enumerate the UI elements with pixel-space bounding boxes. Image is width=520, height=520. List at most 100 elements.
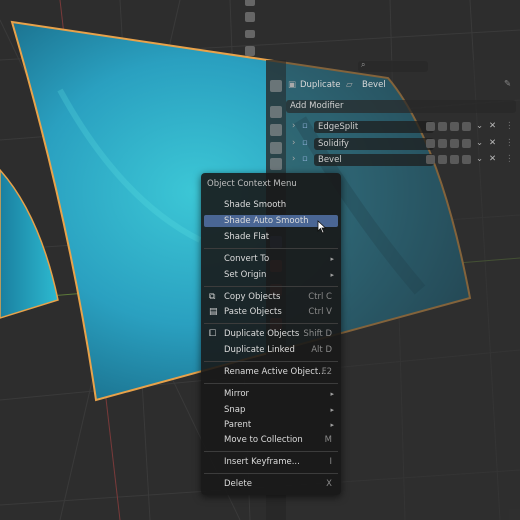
menu-item-label: Shade Smooth [224, 200, 287, 210]
menu-item-shortcut: X [326, 479, 332, 489]
menu-item-insert-keyframe[interactable]: Insert Keyframe... I [204, 456, 338, 468]
drag-grip-icon[interactable]: ⋮ [505, 121, 514, 131]
menu-item-label: Delete [224, 479, 252, 489]
menu-item-shortcut: Ctrl V [308, 307, 332, 317]
bevel-icon: ▫ [302, 154, 308, 164]
scene-tab-icon[interactable] [270, 158, 282, 170]
viewport-icon[interactable] [438, 155, 447, 164]
menu-item-duplicate-objects[interactable]: ⧠ Duplicate Objects Shift D [204, 328, 338, 340]
remove-modifier-icon[interactable]: ✕ [489, 138, 496, 148]
menu-item-shortcut: Ctrl C [308, 292, 332, 302]
expand-chevron-icon[interactable]: › [292, 121, 295, 131]
modifier-row-bevel[interactable]: › ▫ Bevel ⌄ ✕ ⋮ [286, 154, 520, 167]
menu-item-copy-objects[interactable]: ⧉ Copy Objects Ctrl C [204, 291, 338, 303]
menu-item-duplicate-linked[interactable]: Duplicate Linked Alt D [204, 344, 338, 356]
menu-separator [204, 361, 338, 362]
menu-separator [204, 323, 338, 324]
submenu-arrow-icon: ▸ [330, 421, 334, 429]
camera-icon[interactable] [245, 30, 255, 38]
menu-item-parent[interactable]: Parent ▸ [204, 419, 338, 431]
menu-item-snap[interactable]: Snap ▸ [204, 404, 338, 416]
render-icon[interactable] [450, 122, 459, 131]
drag-grip-icon[interactable]: ⋮ [505, 138, 514, 148]
camera-icon[interactable] [462, 122, 471, 131]
menu-item-delete[interactable]: Delete X [204, 478, 338, 490]
menu-item-shortcut: M [324, 435, 332, 445]
submenu-arrow-icon: ▸ [330, 406, 334, 414]
menu-item-paste-objects[interactable]: ▤ Paste Objects Ctrl V [204, 306, 338, 318]
submenu-arrow-icon: ▸ [330, 271, 334, 279]
modifier-toggle-icons [426, 139, 474, 149]
paste-icon: ▤ [209, 307, 218, 317]
modifier-row-edgesplit[interactable]: › ▫ EdgeSplit ⌄ ✕ ⋮ [286, 121, 520, 134]
menu-item-label: Snap [224, 405, 246, 415]
dropdown-chevron-icon[interactable]: ⌄ [476, 121, 483, 131]
breadcrumb: ▣ Duplicate › ▱ Bevel ✎ [286, 79, 520, 93]
menu-item-move-to-collection[interactable]: Move to Collection M [204, 434, 338, 446]
duplicate-icon: ⧠ [209, 329, 217, 339]
menu-item-label: Convert To [224, 254, 270, 264]
menu-title: Object Context Menu [207, 179, 297, 189]
menu-item-shortcut: I [329, 457, 332, 467]
modifier-name-field[interactable]: Solidify [314, 138, 434, 150]
menu-item-label: Set Origin [224, 270, 267, 280]
modifier-toggle-icons [426, 155, 474, 165]
breadcrumb-modifier[interactable]: Bevel [362, 80, 386, 90]
camera-icon[interactable] [462, 155, 471, 164]
hand-icon[interactable] [245, 12, 255, 22]
menu-item-shade-smooth[interactable]: Shade Smooth [204, 199, 338, 211]
edgesplit-icon: ▫ [302, 121, 308, 131]
menu-separator [204, 451, 338, 452]
drag-grip-icon[interactable]: ⋮ [505, 154, 514, 164]
add-modifier-button[interactable]: Add Modifier [286, 100, 516, 113]
menu-item-label: Rename Active Object... [224, 367, 327, 377]
modifier-wrench-icon: ▱ [346, 80, 353, 90]
menu-separator [204, 248, 338, 249]
properties-search-input[interactable]: ⌕ [358, 60, 428, 72]
dropdown-chevron-icon[interactable]: ⌄ [476, 138, 483, 148]
submenu-arrow-icon: ▸ [330, 255, 334, 263]
tool-tab-icon[interactable] [270, 80, 282, 92]
editmode-icon[interactable] [426, 139, 435, 148]
expand-chevron-icon[interactable]: › [292, 138, 295, 148]
remove-modifier-icon[interactable]: ✕ [489, 121, 496, 131]
menu-item-convert-to[interactable]: Convert To ▸ [204, 253, 338, 265]
pin-icon[interactable]: ✎ [504, 79, 511, 89]
viewport-icon[interactable] [438, 122, 447, 131]
menu-item-label: Duplicate Linked [224, 345, 295, 355]
render-tab-icon[interactable] [270, 106, 282, 118]
menu-item-label: Shade Flat [224, 232, 270, 242]
menu-item-mirror[interactable]: Mirror ▸ [204, 388, 338, 400]
menu-item-rename-active-object[interactable]: Rename Active Object... F2 [204, 366, 338, 378]
mouse-cursor-icon [317, 220, 327, 234]
camera-icon[interactable] [462, 139, 471, 148]
editmode-icon[interactable] [426, 155, 435, 164]
editmode-icon[interactable] [426, 122, 435, 131]
expand-chevron-icon[interactable]: › [292, 154, 295, 164]
add-modifier-label: Add Modifier [290, 101, 344, 111]
secondary-object[interactable] [0, 168, 59, 319]
viewport-icon[interactable] [438, 139, 447, 148]
menu-item-label: Mirror [224, 389, 250, 399]
copy-icon: ⧉ [209, 292, 216, 302]
menu-item-set-origin[interactable]: Set Origin ▸ [204, 269, 338, 281]
menu-item-shortcut: F2 [321, 367, 332, 377]
grid-icon[interactable] [245, 46, 255, 56]
menu-item-label: Shade Auto Smooth [224, 216, 309, 226]
solidify-icon: ▫ [302, 138, 308, 148]
modifier-row-solidify[interactable]: › ▫ Solidify ⌄ ✕ ⋮ [286, 138, 520, 151]
menu-item-label: Duplicate Objects [224, 329, 300, 339]
modifier-name-field[interactable]: EdgeSplit [314, 121, 434, 133]
menu-separator [204, 473, 338, 474]
dropdown-chevron-icon[interactable]: ⌄ [476, 154, 483, 164]
output-tab-icon[interactable] [270, 124, 282, 136]
menu-item-label: Insert Keyframe... [224, 457, 300, 467]
view-layer-tab-icon[interactable] [270, 142, 282, 154]
viewport-nav-icons [243, 0, 257, 60]
render-icon[interactable] [450, 139, 459, 148]
modifier-name-field[interactable]: Bevel [314, 154, 434, 166]
render-icon[interactable] [450, 155, 459, 164]
menu-item-shortcut: Alt D [311, 345, 332, 355]
zoom-icon[interactable] [245, 0, 255, 6]
remove-modifier-icon[interactable]: ✕ [489, 154, 496, 164]
